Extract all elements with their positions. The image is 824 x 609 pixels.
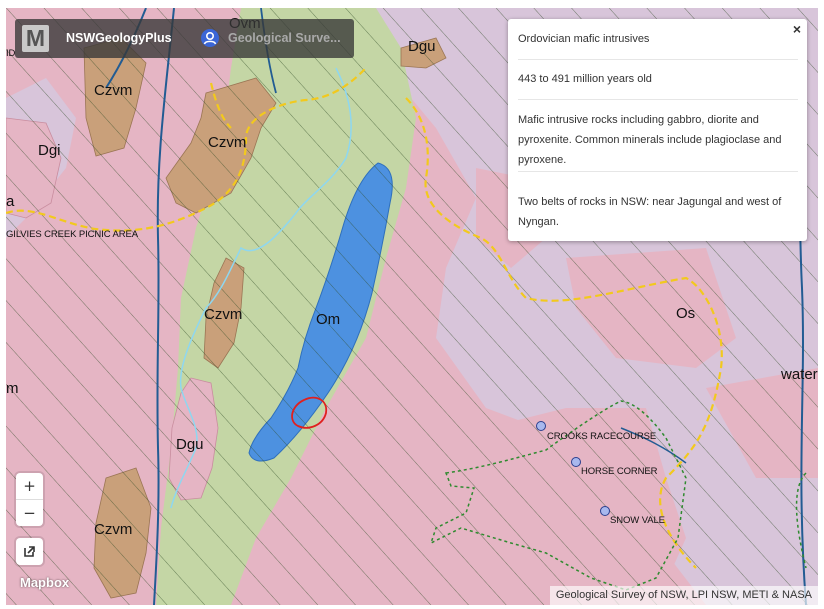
- place-pin[interactable]: [536, 421, 546, 431]
- popup-distribution: Two belts of rocks in NSW: near Jagungal…: [518, 196, 782, 228]
- unit-label-a: a: [6, 193, 15, 210]
- zoom-out-button[interactable]: −: [16, 500, 43, 526]
- popup-divider: [518, 59, 798, 60]
- unit-label-os: Os: [676, 305, 696, 322]
- popup-unit-name: Ordovician mafic intrusives: [518, 33, 650, 45]
- attribution[interactable]: Geological Survey of NSW, LPI NSW, METI …: [549, 586, 818, 605]
- popup-description: Mafic intrusive rocks including gabbro, …: [518, 114, 782, 166]
- unit-label-czvm: Czvm: [204, 306, 243, 323]
- app-logo[interactable]: M: [22, 25, 49, 52]
- unit-label-czvm: Czvm: [94, 521, 133, 538]
- unit-label-czvm: Czvm: [208, 134, 247, 151]
- feature-popup: × Ordovician mafic intrusives 443 to 491…: [508, 19, 807, 241]
- unit-label-dgu: Dgu: [408, 38, 436, 55]
- unit-label-m: m: [6, 380, 19, 397]
- place-label-horse-corner: HORSE CORNER: [581, 466, 658, 477]
- top-bar: M NSWGeologyPlus Geological Surve...: [15, 19, 354, 58]
- zoom-in-button[interactable]: +: [16, 473, 43, 499]
- place-label-snow-vale: SNOW VALE: [610, 515, 665, 526]
- mapbox-logo[interactable]: Mapbox: [20, 575, 69, 590]
- share-button[interactable]: [16, 538, 43, 565]
- unit-label-dgu: Dgu: [176, 436, 204, 453]
- place-label-picnic-area: GILVIES CREEK PICNIC AREA: [6, 229, 138, 240]
- place-label-water: water: [781, 366, 818, 383]
- popup-age: 443 to 491 million years old: [518, 73, 652, 85]
- zoom-control: + −: [16, 473, 43, 526]
- popup-divider: [518, 99, 798, 100]
- unit-label-czvm: Czvm: [94, 82, 133, 99]
- external-link-icon: [24, 546, 35, 557]
- layer-icon[interactable]: [201, 29, 219, 47]
- popup-divider: [518, 171, 798, 172]
- unit-label-id: ID: [6, 48, 16, 59]
- layer-selector[interactable]: Geological Surve...: [228, 31, 341, 45]
- place-pin[interactable]: [571, 457, 581, 467]
- unit-label-om: Om: [316, 311, 341, 328]
- map-app: Ovm Dgu Czvm Dgi Czvm a Czvm Om Os m Dgu…: [0, 0, 824, 609]
- unit-label-dgi: Dgi: [38, 142, 61, 159]
- place-label-crooks-racecourse: CROOKS RACECOURSE: [547, 431, 657, 442]
- app-title: NSWGeologyPlus: [66, 31, 172, 45]
- place-pin[interactable]: [600, 506, 610, 516]
